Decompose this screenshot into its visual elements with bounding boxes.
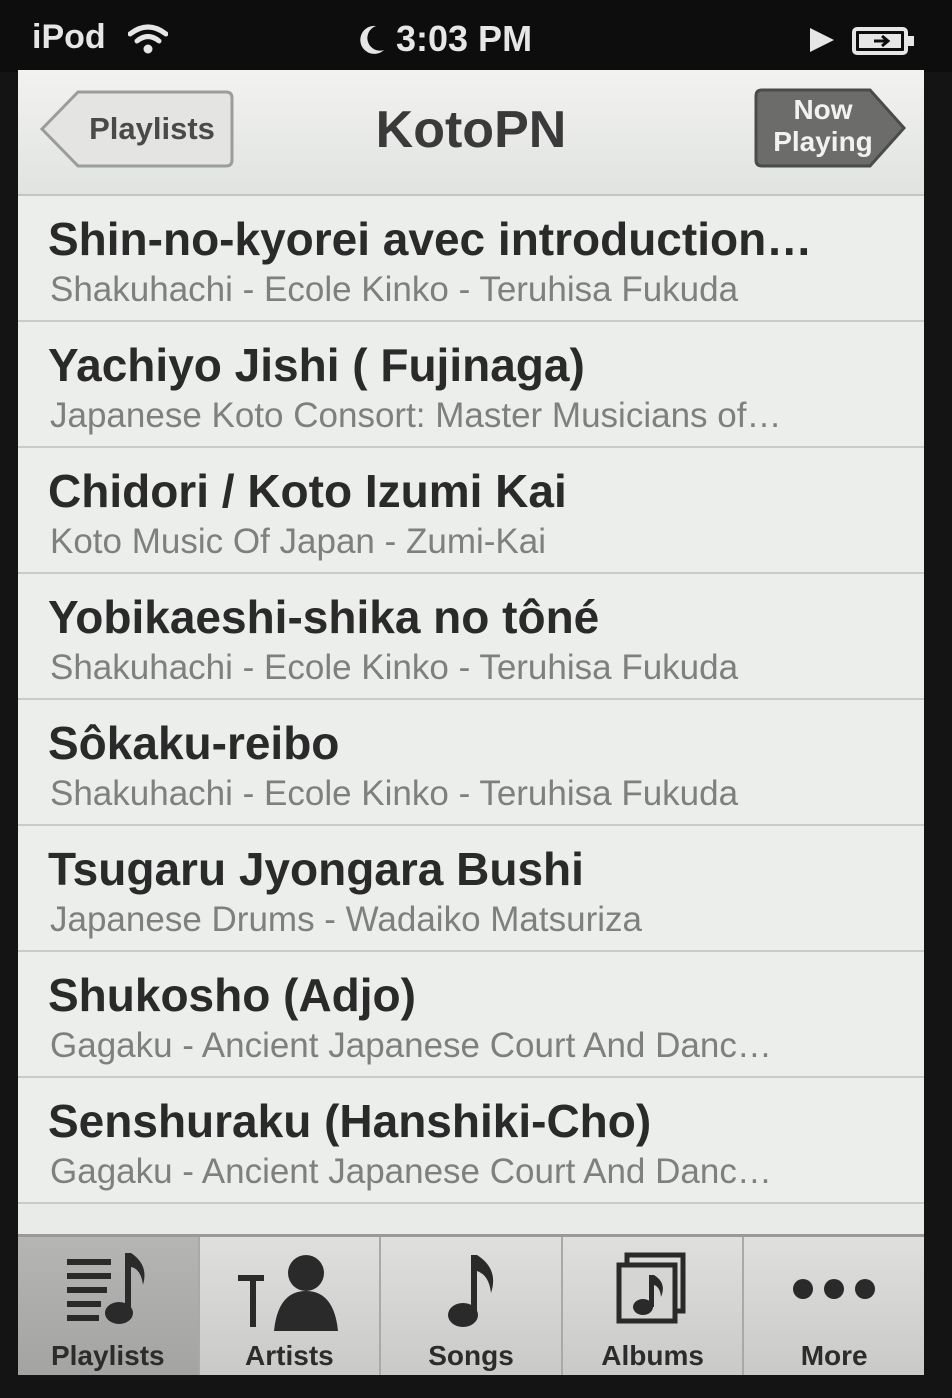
song-subtitle: Shakuhachi - Ecole Kinko - Teruhisa Fuku… [50,774,739,813]
song-title: Yobikaeshi-shika no tôné [48,591,600,643]
song-row[interactable]: Shukosho (Adjo) Gagaku - Ancient Japanes… [18,952,924,1078]
song-title: Chidori / Koto Izumi Kai [48,465,567,517]
tab-albums[interactable]: Albums [563,1237,745,1375]
song-title: Shin-no-kyorei avec introduction… [48,213,813,265]
song-row[interactable]: Yachiyo Jishi ( Fujinaga) Japanese Koto … [18,322,924,448]
status-time: 3:03 PM [396,18,533,59]
songs-icon [447,1255,494,1327]
now-playing-line-2: Playing [773,126,873,157]
tab-songs[interactable]: Songs [381,1237,563,1375]
tab-label: Songs [428,1340,514,1371]
tab-label: Albums [601,1340,704,1371]
tab-label: Playlists [50,1340,165,1371]
song-subtitle: Gagaku - Ancient Japanese Court And Danc… [50,1026,772,1065]
back-button-label: Playlists [89,111,215,146]
moon-icon [360,25,384,54]
song-row[interactable]: Senshuraku (Hanshiki-Cho) Gagaku - Ancie… [18,1078,924,1204]
song-subtitle: Japanese Koto Consort: Master Musicians … [50,396,782,435]
song-subtitle: Shakuhachi - Ecole Kinko - Teruhisa Fuku… [50,648,739,687]
carrier-label: iPod [32,18,106,56]
tab-playlists[interactable]: Playlists [18,1237,200,1375]
tab-bar: Playlists Artists Songs Albums More [18,1234,924,1375]
battery-icon [852,27,914,55]
screen: Playlists KotoPN Now Playing Shin-no-kyo… [18,70,924,1375]
playlists-back-button[interactable]: Playlists [40,90,234,168]
song-title: Tsugaru Jyongara Bushi [48,843,584,895]
song-subtitle: Gagaku - Ancient Japanese Court And Danc… [50,1152,772,1191]
song-subtitle: Japanese Drums - Wadaiko Matsuriza [50,900,642,939]
song-list: Shin-no-kyorei avec introduction… Shakuh… [18,196,924,1204]
tab-label: More [800,1340,868,1371]
navigation-bar: Playlists KotoPN Now Playing [18,70,924,196]
song-title: Sôkaku-reibo [48,717,340,769]
wifi-icon [128,24,168,54]
artists-icon [238,1255,339,1331]
song-title: Senshuraku (Hanshiki-Cho) [48,1095,652,1147]
song-row[interactable]: Chidori / Koto Izumi Kai Koto Music Of J… [18,448,924,574]
song-subtitle: Koto Music Of Japan - Zumi-Kai [50,522,546,561]
song-row[interactable]: Shin-no-kyorei avec introduction… Shakuh… [18,196,924,322]
play-status-icon [810,28,834,52]
now-playing-label: Now Playing [754,94,892,158]
tab-label: Artists [245,1340,334,1371]
song-title: Yachiyo Jishi ( Fujinaga) [48,339,585,391]
status-bar: iPod 3:03 PM [0,0,952,72]
song-row[interactable]: Sôkaku-reibo Shakuhachi - Ecole Kinko - … [18,700,924,826]
playlists-icon [66,1253,145,1324]
more-icon [793,1279,876,1299]
now-playing-button[interactable]: Now Playing [754,88,908,168]
tab-artists[interactable]: Artists [200,1237,382,1375]
now-playing-line-1: Now [793,94,853,125]
albums-icon [616,1252,686,1324]
page-title: KotoPN [375,101,567,159]
song-row[interactable]: Yobikaeshi-shika no tôné Shakuhachi - Ec… [18,574,924,700]
tab-more[interactable]: More [744,1237,924,1375]
song-row[interactable]: Tsugaru Jyongara Bushi Japanese Drums - … [18,826,924,952]
song-title: Shukosho (Adjo) [48,969,416,1021]
song-subtitle: Shakuhachi - Ecole Kinko - Teruhisa Fuku… [50,270,739,309]
